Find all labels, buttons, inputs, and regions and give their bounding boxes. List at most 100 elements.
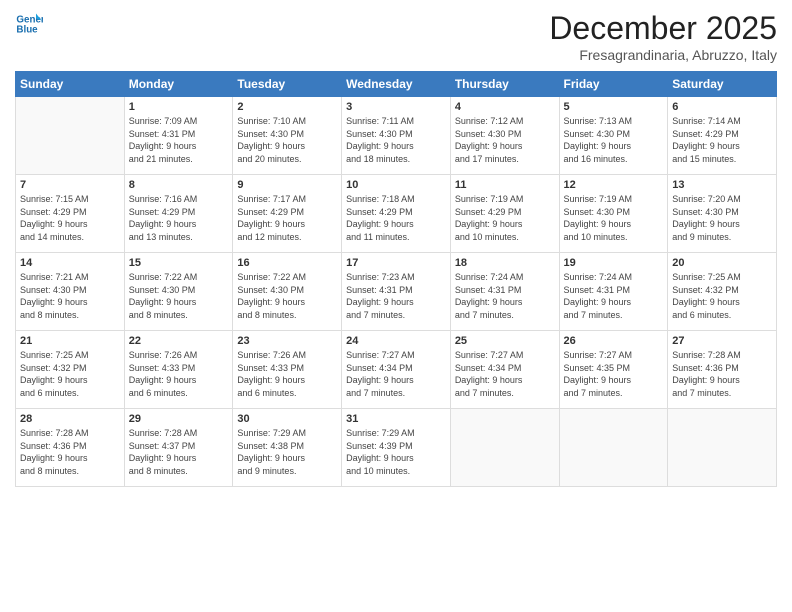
day-number: 28 <box>20 413 120 425</box>
day-info: Sunrise: 7:13 AMSunset: 4:30 PMDaylight:… <box>564 115 664 165</box>
day-number: 6 <box>672 101 772 113</box>
day-cell: 26 Sunrise: 7:27 AMSunset: 4:35 PMDayligh… <box>559 331 668 409</box>
day-info: Sunrise: 7:26 AMSunset: 4:33 PMDaylight:… <box>129 349 229 399</box>
header-day-saturday: Saturday <box>668 72 777 97</box>
day-info: Sunrise: 7:14 AMSunset: 4:29 PMDaylight:… <box>672 115 772 165</box>
svg-text:Blue: Blue <box>16 24 38 35</box>
day-cell: 22 Sunrise: 7:26 AMSunset: 4:33 PMDayligh… <box>124 331 233 409</box>
day-number: 29 <box>129 413 229 425</box>
day-number: 22 <box>129 335 229 347</box>
day-number: 15 <box>129 257 229 269</box>
week-row-3: 21Sunrise: 7:25 AMSunset: 4:32 PMDayligh… <box>16 331 777 409</box>
calendar-header-row: SundayMondayTuesdayWednesdayThursdayFrid… <box>16 72 777 97</box>
day-cell: 25Sunrise: 7:27 AMSunset: 4:34 PMDayligh… <box>450 331 559 409</box>
day-cell: 9 Sunrise: 7:17 AMSunset: 4:29 PMDaylight… <box>233 175 342 253</box>
header-day-friday: Friday <box>559 72 668 97</box>
day-cell: 10Sunrise: 7:18 AMSunset: 4:29 PMDayligh… <box>342 175 451 253</box>
page-container: General Blue December 2025 Fresagrandina… <box>0 0 792 612</box>
day-info: Sunrise: 7:28 AMSunset: 4:36 PMDaylight:… <box>672 349 772 399</box>
page-header: General Blue December 2025 Fresagrandina… <box>15 10 777 63</box>
day-number: 11 <box>455 179 555 191</box>
day-info: Sunrise: 7:10 AMSunset: 4:30 PMDaylight:… <box>237 115 337 165</box>
day-cell: 27 Sunrise: 7:28 AMSunset: 4:36 PMDayligh… <box>668 331 777 409</box>
day-cell: 3Sunrise: 7:11 AMSunset: 4:30 PMDaylight… <box>342 97 451 175</box>
day-number: 24 <box>346 335 446 347</box>
logo-icon: General Blue <box>15 10 43 38</box>
day-info: Sunrise: 7:27 AMSunset: 4:34 PMDaylight:… <box>346 349 446 399</box>
day-number: 2 <box>237 101 337 113</box>
day-cell: 15 Sunrise: 7:22 AMSunset: 4:30 PMDayligh… <box>124 253 233 331</box>
day-info: Sunrise: 7:22 AMSunset: 4:30 PMDaylight:… <box>237 271 337 321</box>
day-info: Sunrise: 7:22 AMSunset: 4:30 PMDaylight:… <box>129 271 229 321</box>
day-info: Sunrise: 7:24 AMSunset: 4:31 PMDaylight:… <box>455 271 555 321</box>
day-cell: 13 Sunrise: 7:20 AMSunset: 4:30 PMDayligh… <box>668 175 777 253</box>
day-info: Sunrise: 7:28 AMSunset: 4:36 PMDaylight:… <box>20 427 120 477</box>
day-number: 23 <box>237 335 337 347</box>
day-cell: 20 Sunrise: 7:25 AMSunset: 4:32 PMDayligh… <box>668 253 777 331</box>
day-info: Sunrise: 7:15 AMSunset: 4:29 PMDaylight:… <box>20 193 120 243</box>
calendar-table: SundayMondayTuesdayWednesdayThursdayFrid… <box>15 71 777 487</box>
day-number: 26 <box>564 335 664 347</box>
day-cell: 29 Sunrise: 7:28 AMSunset: 4:37 PMDayligh… <box>124 409 233 487</box>
day-info: Sunrise: 7:25 AMSunset: 4:32 PMDaylight:… <box>672 271 772 321</box>
day-info: Sunrise: 7:09 AMSunset: 4:31 PMDaylight:… <box>129 115 229 165</box>
day-number: 1 <box>129 101 229 113</box>
day-info: Sunrise: 7:24 AMSunset: 4:31 PMDaylight:… <box>564 271 664 321</box>
day-number: 27 <box>672 335 772 347</box>
day-cell: 8 Sunrise: 7:16 AMSunset: 4:29 PMDaylight… <box>124 175 233 253</box>
week-row-1: 7 Sunrise: 7:15 AMSunset: 4:29 PMDaylight… <box>16 175 777 253</box>
day-number: 20 <box>672 257 772 269</box>
day-info: Sunrise: 7:16 AMSunset: 4:29 PMDaylight:… <box>129 193 229 243</box>
header-day-thursday: Thursday <box>450 72 559 97</box>
day-info: Sunrise: 7:19 AMSunset: 4:30 PMDaylight:… <box>564 193 664 243</box>
day-info: Sunrise: 7:28 AMSunset: 4:37 PMDaylight:… <box>129 427 229 477</box>
day-cell: 18 Sunrise: 7:24 AMSunset: 4:31 PMDayligh… <box>450 253 559 331</box>
day-info: Sunrise: 7:12 AMSunset: 4:30 PMDaylight:… <box>455 115 555 165</box>
day-number: 4 <box>455 101 555 113</box>
day-cell: 6 Sunrise: 7:14 AMSunset: 4:29 PMDaylight… <box>668 97 777 175</box>
day-cell <box>559 409 668 487</box>
day-cell: 16 Sunrise: 7:22 AMSunset: 4:30 PMDayligh… <box>233 253 342 331</box>
day-info: Sunrise: 7:29 AMSunset: 4:38 PMDaylight:… <box>237 427 337 477</box>
day-cell: 4 Sunrise: 7:12 AMSunset: 4:30 PMDaylight… <box>450 97 559 175</box>
day-number: 12 <box>564 179 664 191</box>
header-day-monday: Monday <box>124 72 233 97</box>
day-cell: 11 Sunrise: 7:19 AMSunset: 4:29 PMDayligh… <box>450 175 559 253</box>
day-cell <box>668 409 777 487</box>
day-number: 16 <box>237 257 337 269</box>
day-info: Sunrise: 7:21 AMSunset: 4:30 PMDaylight:… <box>20 271 120 321</box>
day-number: 3 <box>346 101 446 113</box>
day-info: Sunrise: 7:20 AMSunset: 4:30 PMDaylight:… <box>672 193 772 243</box>
day-cell: 21Sunrise: 7:25 AMSunset: 4:32 PMDayligh… <box>16 331 125 409</box>
day-cell: 1 Sunrise: 7:09 AMSunset: 4:31 PMDaylight… <box>124 97 233 175</box>
day-number: 14 <box>20 257 120 269</box>
day-info: Sunrise: 7:26 AMSunset: 4:33 PMDaylight:… <box>237 349 337 399</box>
day-cell: 17 Sunrise: 7:23 AMSunset: 4:31 PMDayligh… <box>342 253 451 331</box>
day-number: 18 <box>455 257 555 269</box>
day-cell: 24 Sunrise: 7:27 AMSunset: 4:34 PMDayligh… <box>342 331 451 409</box>
day-number: 31 <box>346 413 446 425</box>
day-info: Sunrise: 7:29 AMSunset: 4:39 PMDaylight:… <box>346 427 446 477</box>
day-cell: 30Sunrise: 7:29 AMSunset: 4:38 PMDayligh… <box>233 409 342 487</box>
month-title: December 2025 <box>549 10 777 47</box>
day-cell <box>450 409 559 487</box>
day-number: 17 <box>346 257 446 269</box>
header-day-sunday: Sunday <box>16 72 125 97</box>
day-info: Sunrise: 7:27 AMSunset: 4:35 PMDaylight:… <box>564 349 664 399</box>
day-info: Sunrise: 7:23 AMSunset: 4:31 PMDaylight:… <box>346 271 446 321</box>
day-number: 13 <box>672 179 772 191</box>
header-day-tuesday: Tuesday <box>233 72 342 97</box>
day-cell: 19 Sunrise: 7:24 AMSunset: 4:31 PMDayligh… <box>559 253 668 331</box>
day-info: Sunrise: 7:18 AMSunset: 4:29 PMDaylight:… <box>346 193 446 243</box>
day-number: 9 <box>237 179 337 191</box>
day-number: 8 <box>129 179 229 191</box>
day-info: Sunrise: 7:19 AMSunset: 4:29 PMDaylight:… <box>455 193 555 243</box>
day-number: 5 <box>564 101 664 113</box>
day-cell: 23 Sunrise: 7:26 AMSunset: 4:33 PMDayligh… <box>233 331 342 409</box>
day-info: Sunrise: 7:17 AMSunset: 4:29 PMDaylight:… <box>237 193 337 243</box>
week-row-0: 1 Sunrise: 7:09 AMSunset: 4:31 PMDaylight… <box>16 97 777 175</box>
day-number: 7 <box>20 179 120 191</box>
location-subtitle: Fresagrandinaria, Abruzzo, Italy <box>549 47 777 63</box>
day-number: 19 <box>564 257 664 269</box>
day-cell: 28 Sunrise: 7:28 AMSunset: 4:36 PMDayligh… <box>16 409 125 487</box>
